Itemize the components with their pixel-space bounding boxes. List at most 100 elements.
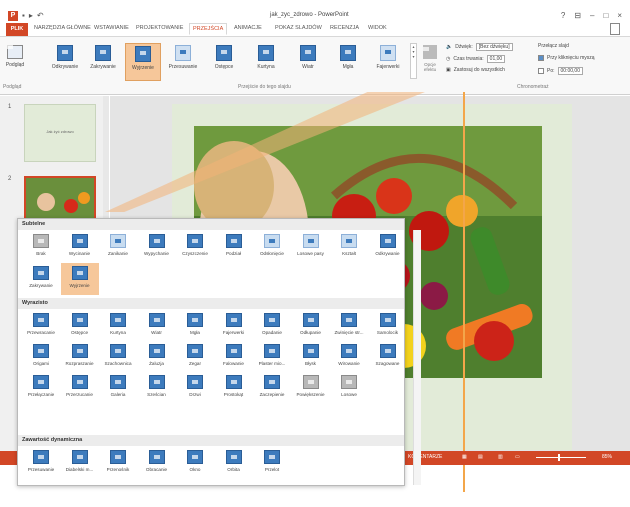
gallery-item[interactable]: Szachownica — [99, 341, 137, 373]
close-icon[interactable]: × — [617, 11, 622, 20]
gallery-item[interactable]: Wiatr — [138, 310, 176, 342]
gallery-item[interactable]: Losowe pasy — [292, 231, 330, 263]
gallery-item[interactable]: Zaczepienie — [253, 372, 291, 404]
tab-review[interactable]: RECENZJA — [330, 25, 359, 31]
gallery-item[interactable]: Rozpraszanie — [61, 341, 99, 373]
gallery-item[interactable]: Prostokąt — [215, 372, 253, 404]
transition-icon — [264, 313, 280, 327]
gallery-item[interactable]: Fajerwerki — [215, 310, 253, 342]
tab-animations[interactable]: ANIMACJE — [234, 25, 262, 31]
slideshow-view-icon[interactable]: ▭ — [515, 454, 520, 460]
gallery-item[interactable]: Wypychanie — [138, 231, 176, 263]
ribbon-display-icon[interactable]: ⊟ — [574, 11, 581, 20]
gallery-item[interactable]: Mgła — [176, 310, 214, 342]
gallery-item[interactable]: Podział — [215, 231, 253, 263]
gallery-item[interactable]: Odkrywanie — [369, 231, 407, 263]
transition-button-wiatr[interactable]: Wiatr — [290, 43, 326, 81]
gallery-item[interactable]: Szagowane — [369, 341, 407, 373]
sound-select[interactable]: [Bez dźwięku] — [475, 43, 513, 51]
transition-button-przesuwanie[interactable]: Przesuwanie — [165, 43, 201, 81]
user-account-icon[interactable] — [610, 23, 620, 35]
transition-button-odkrywanie[interactable]: Odkrywanie — [47, 43, 83, 81]
gallery-item[interactable]: Drzwi — [176, 372, 214, 404]
gallery-item-label: Sześcian — [147, 392, 166, 397]
gallery-item[interactable]: Wyjrzenie — [60, 263, 99, 295]
minimize-icon[interactable]: – — [590, 11, 594, 20]
normal-view-icon[interactable]: ▦ — [462, 454, 467, 460]
gallery-item[interactable]: Kształt — [330, 231, 368, 263]
slide-thumbnail-1[interactable]: Jak żyć zdrowo — [24, 104, 96, 162]
gallery-item[interactable]: Odłupanie — [292, 310, 330, 342]
undo-icon[interactable]: ↶ — [37, 11, 44, 21]
gallery-item[interactable]: Żaluzja — [138, 341, 176, 373]
gallery-item[interactable]: Wycinanie — [61, 231, 99, 263]
gallery-item[interactable]: Odsłonięcie — [253, 231, 291, 263]
tab-design[interactable]: PROJEKTOWANIE — [136, 25, 183, 31]
gallery-item[interactable]: Plaster mio... — [253, 341, 291, 373]
gallery-item[interactable]: Samolocik — [369, 310, 407, 342]
gallery-item[interactable]: Ostępce — [61, 310, 99, 342]
gallery-item[interactable]: Sześcian — [138, 372, 176, 404]
help-icon[interactable]: ? — [561, 11, 565, 20]
tab-transitions[interactable]: PRZEJŚCIA — [189, 23, 228, 35]
gallery-item[interactable]: Przerzucanie — [61, 372, 99, 404]
after-time-input[interactable]: 00:00,00 — [557, 67, 583, 75]
preview-button[interactable]: Podgląd — [3, 41, 27, 81]
gallery-item[interactable]: Błysk — [292, 341, 330, 373]
gallery-item[interactable]: Przesuwanie — [22, 447, 60, 479]
zoom-level[interactable]: 85% — [602, 454, 612, 460]
gallery-item[interactable]: Losowe — [330, 372, 368, 404]
reading-view-icon[interactable]: ▥ — [498, 454, 503, 460]
gallery-item[interactable]: Powiększenie — [292, 372, 330, 404]
slide-sorter-icon[interactable]: ▤ — [478, 454, 483, 460]
gallery-item[interactable]: Przelot — [253, 447, 291, 479]
save-icon[interactable]: ▪ — [22, 11, 25, 21]
gallery-item[interactable]: Czyszczenie — [176, 231, 214, 263]
tab-view[interactable]: WIDOK — [368, 25, 387, 31]
gallery-item[interactable]: Przewracanie — [22, 310, 60, 342]
maximize-icon[interactable]: □ — [603, 11, 608, 20]
slide-thumbnail-2[interactable] — [24, 176, 96, 220]
gallery-item[interactable]: Przełączanie — [22, 372, 60, 404]
gallery-item[interactable]: Brak — [22, 231, 60, 263]
tab-slideshow[interactable]: POKAZ SLAJDÓW — [275, 25, 322, 31]
gallery-item[interactable]: Orbita — [215, 447, 253, 479]
gallery-scrollbar[interactable] — [413, 230, 421, 485]
transition-button-kurtyna[interactable]: Kurtyna — [248, 43, 284, 81]
gallery-item[interactable]: Galeria — [99, 372, 137, 404]
effect-options-button[interactable]: Opcje efektu — [419, 43, 441, 81]
gallery-item[interactable]: Zanikanie — [99, 231, 137, 263]
gallery-item-label: Zegar — [188, 361, 201, 366]
on-click-checkbox[interactable] — [538, 55, 544, 61]
zoom-slider[interactable] — [536, 457, 586, 458]
gallery-item[interactable]: Przenośnik — [99, 447, 137, 479]
gallery-item-label: Zanikanie — [108, 251, 128, 256]
gallery-item[interactable]: Diabelski m... — [61, 447, 99, 479]
transition-button-fajerwerki[interactable]: Fajerwerki — [370, 43, 406, 81]
gallery-item[interactable]: Zegar — [176, 341, 214, 373]
zoom-slider-thumb[interactable] — [558, 454, 560, 461]
slideshow-icon[interactable]: ▸ — [29, 11, 33, 21]
transition-button-mgla[interactable]: Mgła — [330, 43, 366, 81]
gallery-item[interactable]: Origami — [22, 341, 60, 373]
gallery-more-button[interactable]: ▴ ▾ ▾ — [410, 43, 417, 79]
transition-icon — [110, 344, 126, 358]
gallery-item[interactable]: Zwinięcie str... — [330, 310, 368, 342]
gallery-item[interactable]: Obracanie — [138, 447, 176, 479]
transition-button-wyjrzenie[interactable]: Wyjrzenie — [125, 43, 161, 81]
transition-icon — [148, 375, 165, 389]
tab-insert[interactable]: WSTAWIANIE — [94, 25, 129, 31]
gallery-item[interactable]: Okno — [176, 447, 214, 479]
gallery-item[interactable]: Opadanie — [253, 310, 291, 342]
gallery-item[interactable]: Kurtyna — [99, 310, 137, 342]
transition-button-zakrywanie[interactable]: Zakrywanie — [85, 43, 121, 81]
tab-home[interactable]: NARZĘDZIA GŁÓWNE — [34, 25, 91, 31]
apply-to-all-button[interactable]: Zastosuj do wszystkich — [454, 67, 505, 73]
gallery-item[interactable]: Zakrywanie — [22, 263, 60, 295]
gallery-item[interactable]: Wirowanie — [330, 341, 368, 373]
transition-button-ostepce[interactable]: Ostępce — [206, 43, 242, 81]
duration-input[interactable]: 01,00 — [486, 55, 506, 63]
tab-file[interactable]: PLIK — [6, 23, 28, 36]
after-checkbox[interactable] — [538, 68, 544, 74]
gallery-item[interactable]: Falowanie — [215, 341, 253, 373]
